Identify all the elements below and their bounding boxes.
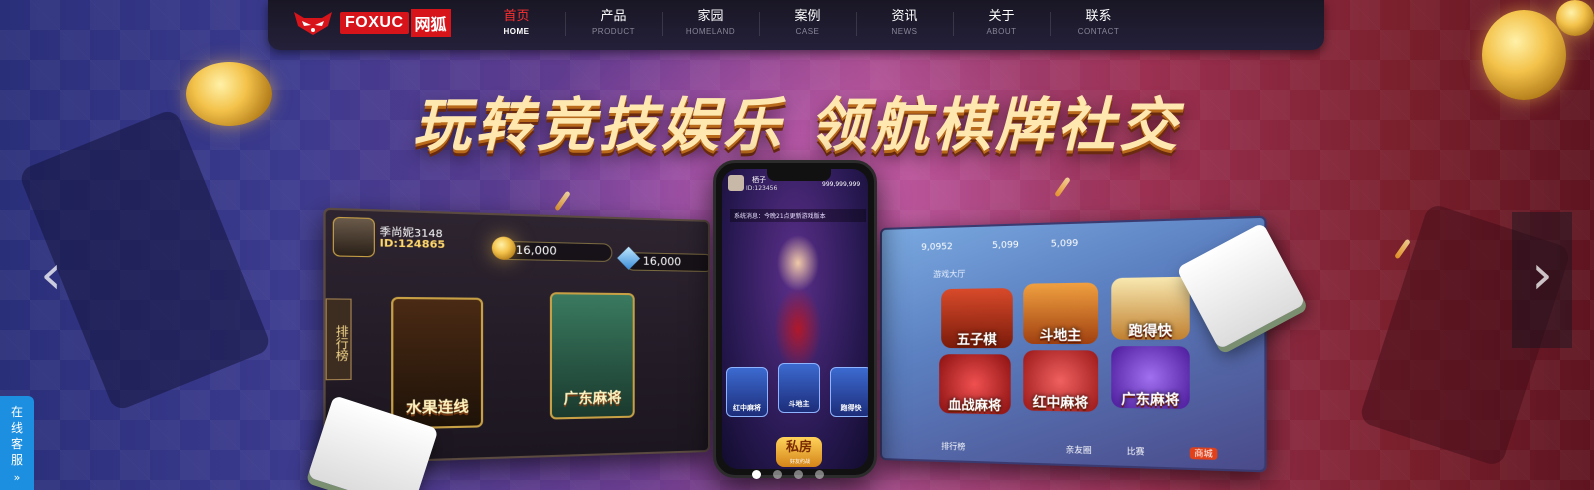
service-label-char: 服	[10, 453, 23, 467]
nav-item-label: 产品	[600, 9, 627, 24]
slide-dot[interactable]	[773, 470, 782, 479]
avatar	[332, 216, 375, 258]
game-tile-paodekuai[interactable]: 跑得快	[1111, 276, 1190, 340]
nav-item-sublabel: HOME	[503, 27, 530, 36]
leaderboard-tab[interactable]: 排行榜	[325, 298, 352, 381]
game-tile-paodekuai[interactable]: 跑得快	[830, 367, 868, 417]
coin-balance: 5,099	[1050, 238, 1079, 250]
game-tile-label: 五子棋	[956, 332, 997, 349]
nav-menu: 首页 HOME 产品 PRODUCT 家园 HOMELAND 案例 CASE 资…	[468, 0, 1147, 50]
game-tile-canton-mahjong[interactable]: 广东麻将	[1111, 346, 1190, 410]
game-tile-doudizhu[interactable]: 斗地主	[778, 363, 820, 413]
game-tile-label: 斗地主	[1039, 328, 1082, 344]
game-tile-label: 水果连线	[405, 398, 469, 418]
nav-item-label: 关于	[988, 9, 1015, 24]
coin-balance: 9,0952	[921, 241, 953, 253]
chevron-right-icon[interactable]: ›	[1527, 240, 1557, 310]
game-tile-label: 广东麻将	[563, 390, 622, 408]
coin-balance: 16,000	[515, 243, 557, 258]
phone-notch	[767, 169, 831, 181]
slide-dot[interactable]	[794, 470, 803, 479]
game-tile-xuezhan-mahjong[interactable]: 血战麻将	[939, 354, 1011, 415]
nav-item-product[interactable]: 产品 PRODUCT	[565, 0, 662, 50]
game-tile-hongzhong-mahjong[interactable]: 红中麻将	[1023, 350, 1099, 412]
nav-item-label: 资讯	[891, 9, 918, 24]
game-tile-label: 血战麻将	[948, 398, 1002, 415]
game-tile-hongzhong[interactable]: 红中麻将	[726, 367, 768, 417]
lobby-category: 游戏大厅	[933, 269, 966, 280]
bottom-menu-match[interactable]: 比赛	[1127, 445, 1145, 457]
chevron-left-icon[interactable]: ‹	[36, 240, 66, 310]
avatar	[728, 175, 744, 191]
player-name: 栖子	[752, 176, 766, 184]
service-label-char: 客	[10, 437, 23, 451]
nav-item-home[interactable]: 首页 HOME	[468, 0, 565, 50]
player-id: ID:124865	[379, 237, 446, 252]
phone-mockup: 栖子 ID:123456 999,999,999 系统消息：今晚21点更新游戏版…	[713, 160, 877, 478]
game-tile-label: 跑得快	[840, 404, 862, 412]
site-logo[interactable]: FOXUC 网狐	[292, 8, 451, 38]
game-tile-gomoku[interactable]: 五子棋	[941, 288, 1013, 349]
bottom-menu-shop[interactable]: 商城	[1189, 447, 1218, 460]
game-tile-label: 红中麻将	[1032, 395, 1089, 412]
top-navigation: FOXUC 网狐 首页 HOME 产品 PRODUCT 家园 HOMELAND …	[268, 0, 1324, 50]
hero-banner: 玩转竞技娱乐 领航棋牌社交 季尚妮3148 ID:124865 16,000 1…	[0, 0, 1594, 490]
slide-dot[interactable]	[752, 470, 761, 479]
game-tile-label: 红中麻将	[733, 404, 761, 412]
game-tile-canton-mahjong[interactable]: 广东麻将	[549, 292, 635, 420]
logo-text-cn: 网狐	[410, 9, 451, 37]
bottom-menu-leaderboard[interactable]: 排行榜	[941, 441, 965, 453]
game-tile-doudizhu[interactable]: 斗地主	[1023, 282, 1099, 344]
nav-item-homeland[interactable]: 家园 HOMELAND	[662, 0, 759, 50]
online-service-tab[interactable]: 在 线 客 服 »	[0, 396, 34, 490]
bottom-menu-club[interactable]: 亲友圈	[1066, 444, 1092, 456]
nav-item-sublabel: PRODUCT	[591, 27, 636, 36]
game-tile-label: 斗地主	[788, 400, 810, 408]
nav-item-label: 首页	[503, 9, 530, 24]
nav-item-sublabel: ABOUT	[986, 27, 1017, 36]
coin-balance: 999,999,999	[822, 181, 861, 188]
fox-icon	[292, 10, 334, 36]
nav-item-case[interactable]: 案例 CASE	[759, 0, 856, 50]
nav-item-sublabel: CONTACT	[1077, 27, 1120, 36]
logo-text-en: FOXUC	[340, 12, 409, 34]
slide-pagination	[752, 470, 824, 479]
nav-item-label: 联系	[1085, 9, 1112, 24]
nav-item-sublabel: NEWS	[891, 27, 918, 36]
nav-item-sublabel: HOMELAND	[685, 27, 736, 36]
nav-item-about[interactable]: 关于 ABOUT	[953, 0, 1050, 50]
nav-item-label: 家园	[697, 9, 724, 24]
nav-item-sublabel: CASE	[795, 27, 820, 36]
gem-balance: 16,000	[642, 254, 682, 269]
nav-item-label: 案例	[794, 9, 821, 24]
banner-headline: 玩转竞技娱乐 领航棋牌社交	[412, 91, 1182, 159]
phone-screen: 栖子 ID:123456 999,999,999 系统消息：今晚21点更新游戏版…	[722, 169, 868, 469]
game-tile-label: 跑得快	[1128, 323, 1173, 340]
hostess-illustration	[756, 221, 840, 371]
private-room-subtitle: 好友约战	[789, 459, 810, 465]
nav-item-contact[interactable]: 联系 CONTACT	[1050, 0, 1147, 50]
game-tile-fruit[interactable]: 水果连线	[391, 296, 484, 430]
double-chevron-right-icon: »	[13, 471, 21, 484]
game-tile-label: 广东麻将	[1121, 392, 1180, 409]
slide-dot[interactable]	[815, 470, 824, 479]
service-label-char: 在	[10, 405, 23, 419]
gold-coin-decoration	[1556, 0, 1594, 36]
coin-icon	[491, 236, 516, 261]
nav-item-news[interactable]: 资讯 NEWS	[856, 0, 953, 50]
service-label-char: 线	[10, 421, 23, 435]
coin-balance: 5,099	[992, 240, 1019, 252]
player-id: ID:123456	[746, 185, 778, 192]
